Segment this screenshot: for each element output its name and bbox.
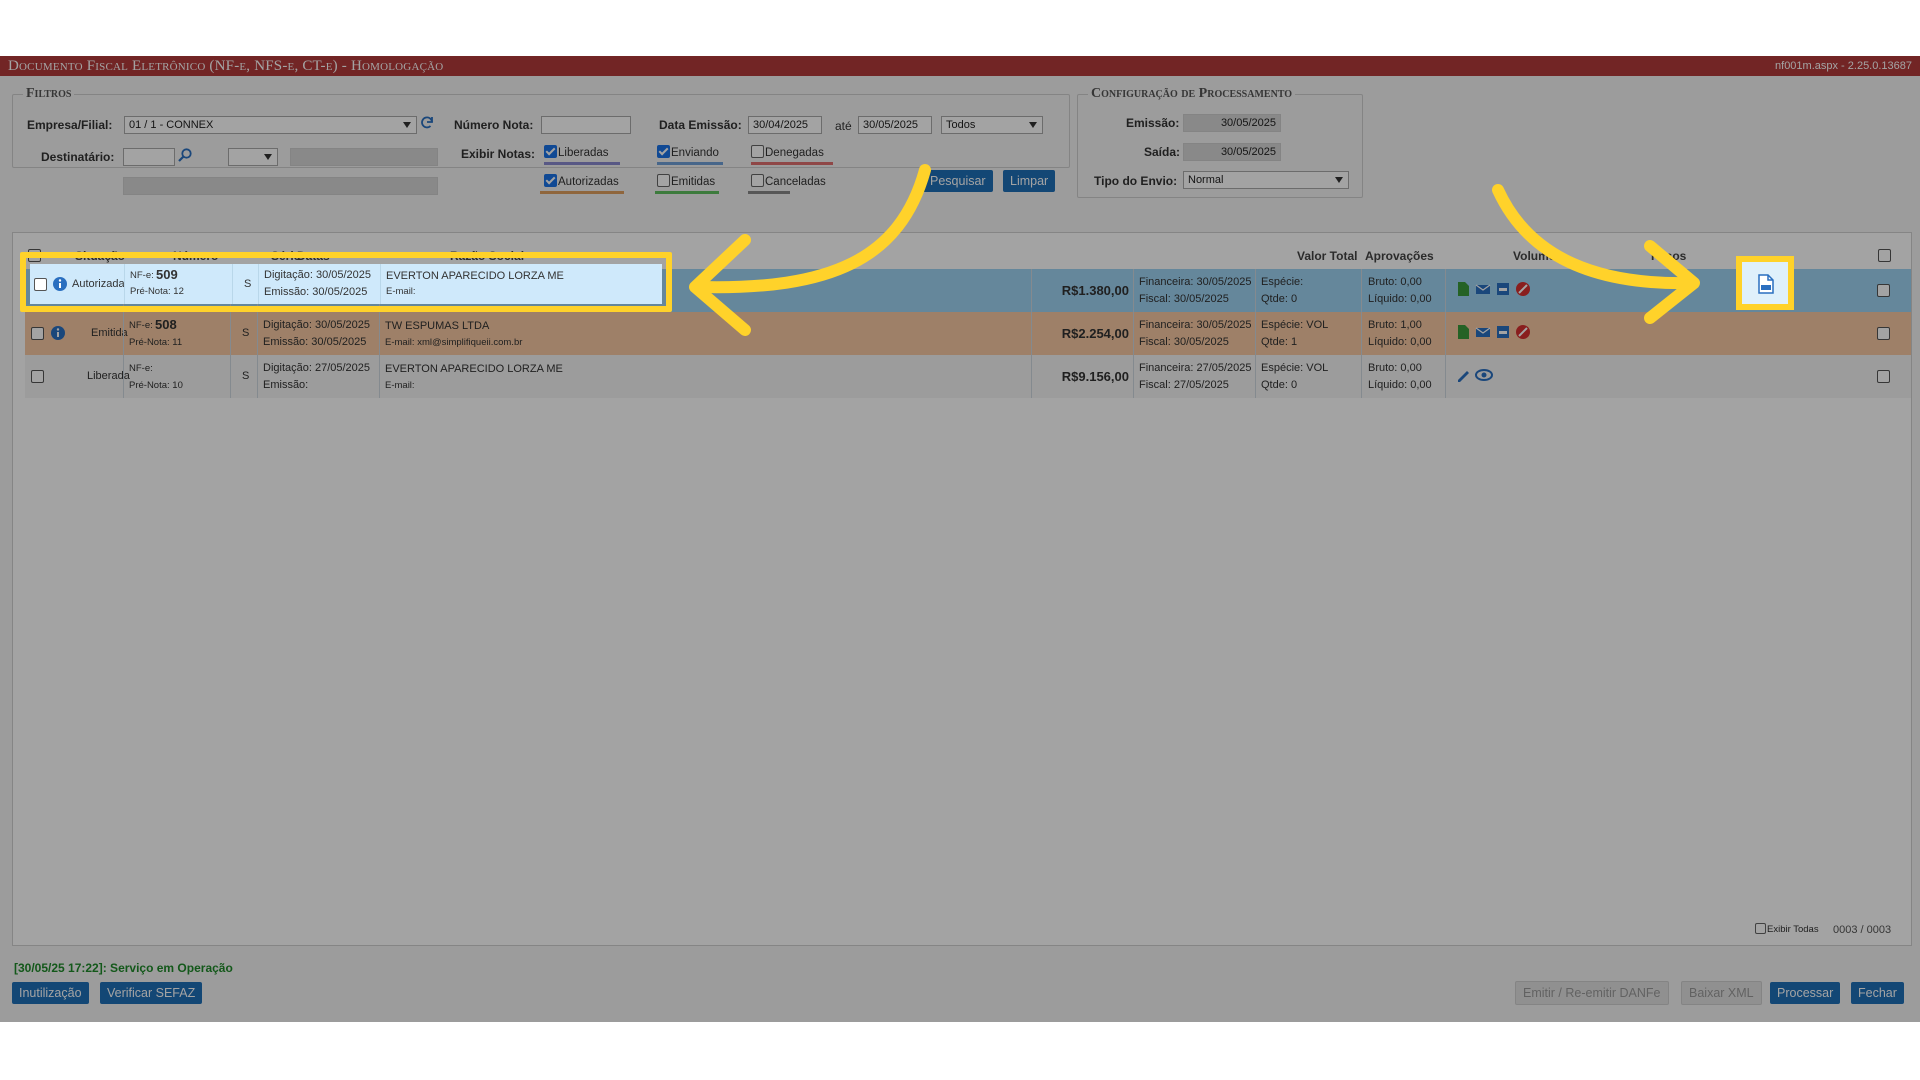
left-arrow-curve <box>694 164 931 294</box>
annotation-arrows <box>689 164 1700 336</box>
right-arrow-curve <box>1492 184 1696 290</box>
